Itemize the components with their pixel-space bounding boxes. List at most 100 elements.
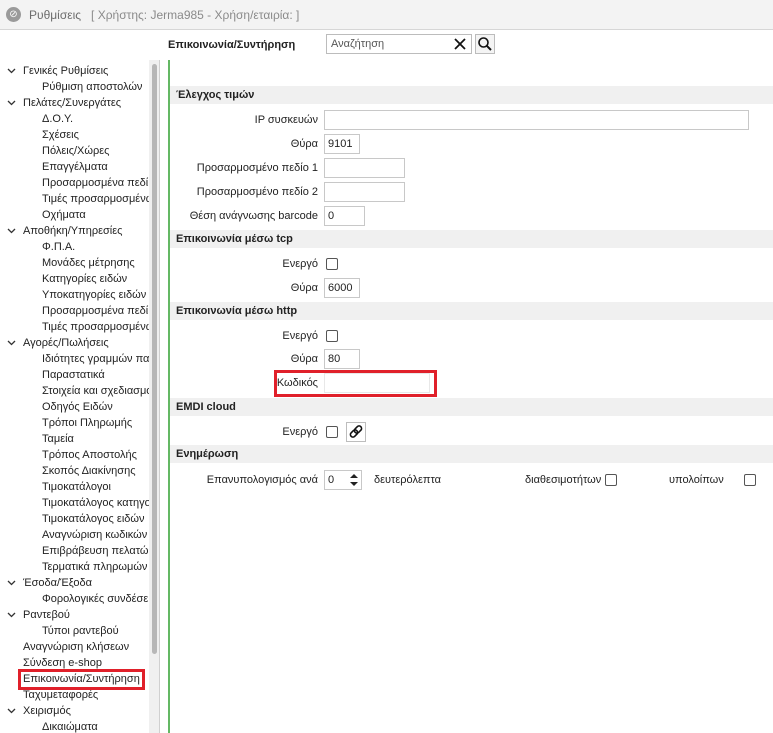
- chevron-down-icon[interactable]: [7, 703, 16, 719]
- selected-item-highlight: [18, 669, 145, 690]
- sidebar-item[interactable]: Δ.Ο.Υ.: [0, 111, 148, 127]
- chevron-down-icon[interactable]: [7, 335, 16, 351]
- sidebar-item[interactable]: Έσοδα/Έξοδα: [0, 575, 148, 591]
- tcp-port-field[interactable]: [324, 278, 360, 298]
- search-button[interactable]: [475, 34, 495, 54]
- emdi-active-checkbox[interactable]: [326, 426, 338, 438]
- custom-field-1[interactable]: [324, 158, 405, 178]
- sidebar-item-label: Υποκατηγορίες ειδών: [42, 289, 147, 301]
- sidebar-item[interactable]: Τρόποι Πληρωμής: [0, 415, 148, 431]
- sidebar-item-label: Δ.Ο.Υ.: [42, 113, 74, 125]
- sidebar-item[interactable]: Τιμοκατάλογος ειδών: [0, 511, 148, 527]
- sidebar-item[interactable]: Πελάτες/Συνεργάτες: [0, 95, 148, 111]
- port-label: Θύρα: [290, 138, 318, 150]
- sidebar-item[interactable]: Οχήματα: [0, 207, 148, 223]
- sidebar-item[interactable]: Τιμές προσαρμοσμένω: [0, 319, 154, 335]
- sidebar-item[interactable]: Αναγνώριση κλήσεων: [0, 639, 148, 655]
- section-header-emdi-cloud: EMDI cloud: [170, 398, 773, 416]
- sidebar-item[interactable]: Μονάδες μέτρησης: [0, 255, 148, 271]
- chevron-down-icon[interactable]: [7, 607, 16, 623]
- sidebar-item-label: Τρόποι Πληρωμής: [42, 417, 133, 429]
- http-active-checkbox[interactable]: [326, 330, 338, 342]
- sidebar-item-label: Μονάδες μέτρησης: [42, 257, 135, 269]
- emdi-link-button[interactable]: [346, 422, 366, 442]
- sidebar-item[interactable]: Ταμεία: [0, 431, 148, 447]
- sidebar-item[interactable]: Κατηγορίες ειδών: [0, 271, 148, 287]
- sidebar-scrollbar[interactable]: [149, 60, 159, 733]
- sidebar-item[interactable]: Πόλεις/Χώρες: [0, 143, 148, 159]
- recalc-interval-stepper[interactable]: 0: [324, 470, 362, 490]
- title-bar: ⊘ Ρυθμίσεις [ Χρήστης: Jerma985 - Χρήση/…: [0, 0, 773, 30]
- availability-checkbox[interactable]: [605, 474, 617, 486]
- page-title: Επικοινωνία/Συντήρηση: [168, 39, 296, 51]
- sidebar-item[interactable]: Δικαιώματα: [0, 719, 148, 733]
- tcp-active-label: Ενεργό: [282, 258, 318, 270]
- sidebar-item[interactable]: Ραντεβού: [0, 607, 148, 623]
- sidebar-item-label: Ραντεβού: [23, 609, 70, 621]
- sidebar: Γενικές Ρυθμίσεις Ρύθμιση αποστολών Πελάτε…: [0, 60, 160, 733]
- sidebar-item-label: Στοιχεία και σχεδιασμό: [42, 385, 153, 397]
- tcp-port-label: Θύρα: [290, 282, 318, 294]
- sidebar-item[interactable]: Προσαρμοσμένα πεδί: [0, 175, 148, 191]
- sidebar-item[interactable]: Σχέσεις: [0, 127, 148, 143]
- sidebar-item[interactable]: Τερματικά πληρωμών: [0, 559, 148, 575]
- search-input[interactable]: [327, 35, 447, 53]
- balances-label: υπολοίπων: [669, 474, 724, 486]
- sidebar-item[interactable]: Αγορές/Πωλήσεις: [0, 335, 148, 351]
- emdi-active-label: Ενεργό: [282, 426, 318, 438]
- chevron-down-icon[interactable]: [7, 95, 16, 111]
- chevron-down-icon[interactable]: [7, 63, 16, 79]
- sidebar-item[interactable]: Προσαρμοσμένα πεδί: [0, 303, 148, 319]
- sidebar-item[interactable]: Τιμοκατάλογος κατηγο: [0, 495, 151, 511]
- sidebar-item[interactable]: Τιμές προσαρμοσμένω: [0, 191, 154, 207]
- sidebar-item-label: Πόλεις/Χώρες: [42, 145, 110, 157]
- sidebar-item[interactable]: Τρόπος Αποστολής: [0, 447, 148, 463]
- sidebar-scroll-thumb[interactable]: [152, 64, 157, 654]
- chevron-down-icon[interactable]: [7, 575, 16, 591]
- section-header-update: Ενημέρωση: [170, 445, 773, 463]
- sidebar-item[interactable]: Τύποι ραντεβού: [0, 623, 148, 639]
- sidebar-item[interactable]: Υποκατηγορίες ειδών: [0, 287, 148, 303]
- sidebar-item-label: Τιμοκατάλογος κατηγο: [42, 497, 151, 509]
- ip-field[interactable]: [324, 110, 749, 130]
- balances-checkbox[interactable]: [744, 474, 756, 486]
- sidebar-item[interactable]: Τιμοκατάλογοι: [0, 479, 148, 495]
- sidebar-item[interactable]: Οδηγός Ειδών: [0, 399, 148, 415]
- sidebar-item[interactable]: Αναγνώριση κωδικών: [0, 527, 148, 543]
- sidebar-item-label: Προσαρμοσμένα πεδί: [42, 177, 149, 189]
- sidebar-item[interactable]: Στοιχεία και σχεδιασμό: [0, 383, 152, 399]
- search-box: [326, 34, 472, 54]
- http-port-field[interactable]: [324, 349, 360, 369]
- tcp-active-checkbox[interactable]: [326, 258, 338, 270]
- sidebar-item-label: Οχήματα: [42, 209, 86, 221]
- custom-field-2-label: Προσαρμοσμένο πεδίο 2: [196, 186, 318, 198]
- custom-field-1-label: Προσαρμοσμένο πεδίο 1: [196, 162, 318, 174]
- sidebar-item[interactable]: Ρύθμιση αποστολών: [0, 79, 148, 95]
- sidebar-item[interactable]: Παραστατικά: [0, 367, 148, 383]
- recalc-interval-value: 0: [328, 474, 335, 486]
- sidebar-item-label: Οδηγός Ειδών: [42, 401, 113, 413]
- http-active-label: Ενεργό: [282, 330, 318, 342]
- section-header-http: Επικοινωνία μέσω http: [170, 302, 773, 320]
- sidebar-item-label: Τιμοκατάλογος ειδών: [42, 513, 145, 525]
- user-info: [ Χρήστης: Jerma985 - Χρήση/εταιρία: ]: [91, 7, 300, 22]
- spin-arrows-icon[interactable]: [349, 472, 359, 488]
- sidebar-item[interactable]: Σκοπός Διακίνησης: [0, 463, 148, 479]
- sidebar-item[interactable]: Φορολογικές συνδέσε: [0, 591, 148, 607]
- chevron-down-icon[interactable]: [7, 223, 16, 239]
- sidebar-item[interactable]: Επαγγέλματα: [0, 159, 148, 175]
- barcode-position-field[interactable]: [324, 206, 365, 226]
- sidebar-item[interactable]: Φ.Π.Α.: [0, 239, 148, 255]
- sidebar-item[interactable]: Ιδιότητες γραμμών πα: [0, 351, 149, 367]
- sidebar-item-label: Φ.Π.Α.: [42, 241, 76, 253]
- clear-icon[interactable]: [452, 36, 468, 52]
- custom-field-2[interactable]: [324, 182, 405, 202]
- sidebar-item-label: Τύποι ραντεβού: [42, 625, 119, 637]
- sidebar-item[interactable]: Επιβράβευση πελατώ: [0, 543, 149, 559]
- sidebar-item[interactable]: Χειρισμός: [0, 703, 148, 719]
- sidebar-item-label: Αναγνώριση κωδικών: [42, 529, 148, 541]
- sidebar-item[interactable]: Γενικές Ρυθμίσεις: [0, 63, 148, 79]
- port-field[interactable]: [324, 134, 360, 154]
- sidebar-item[interactable]: Αποθήκη/Υπηρεσίες: [0, 223, 148, 239]
- sidebar-item-label: Δικαιώματα: [42, 721, 98, 733]
